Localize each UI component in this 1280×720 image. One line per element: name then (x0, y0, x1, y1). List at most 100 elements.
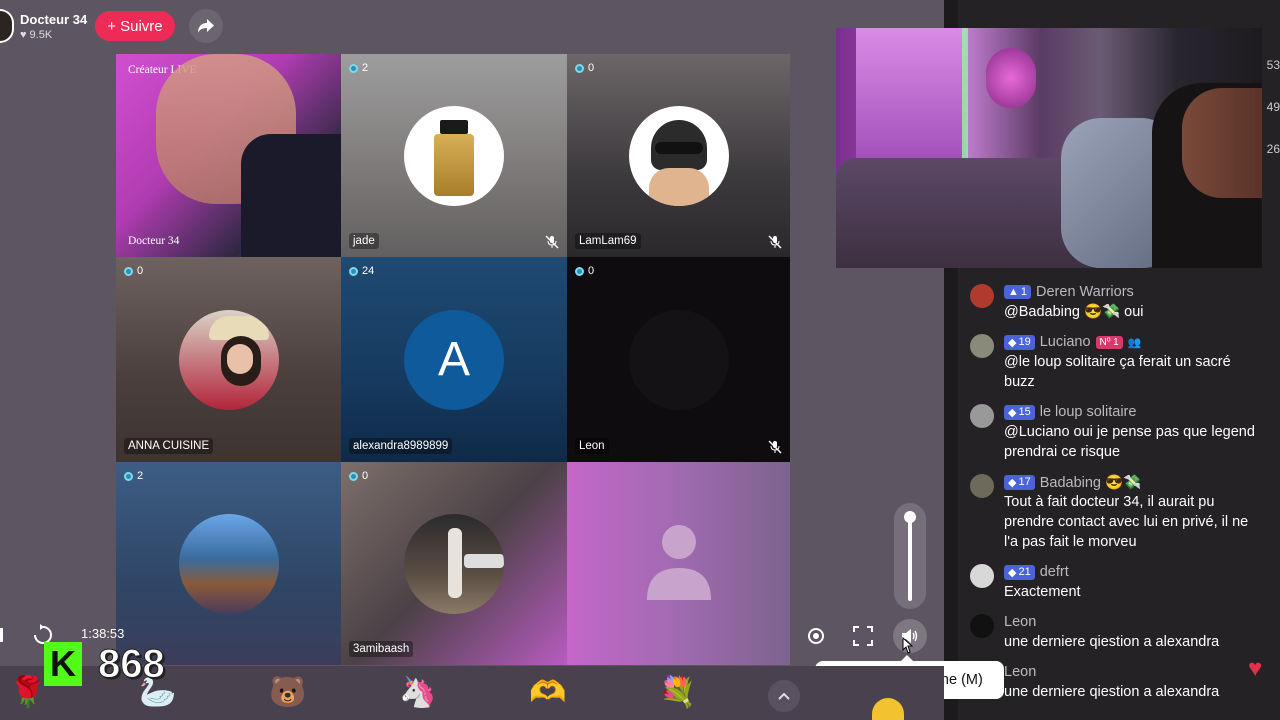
side-number: 49 (1266, 100, 1280, 114)
host-info: Docteur 34 ♥ 9.5K (20, 12, 87, 41)
guest-tile-jade[interactable]: 2 jade (341, 54, 567, 257)
chat-avatar[interactable] (970, 334, 994, 358)
heart-icon: ♥ (20, 28, 27, 41)
chat-message: Leon une derniere qiestion a alexandra (970, 612, 1260, 652)
guest-name: 3amibaash (349, 641, 414, 657)
coin-icon (575, 266, 584, 276)
guest-avatar (178, 513, 279, 614)
progress-marker (0, 628, 3, 642)
level-badge: ◆ 17 (1004, 474, 1035, 490)
kick-logo: K (44, 642, 82, 686)
host-likes: ♥ 9.5K (20, 29, 87, 41)
host-shirt (241, 134, 341, 257)
chat-message: ◆ 15 le loup solitaire @Luciano oui je pen… (970, 402, 1260, 462)
guest-tile-lamlam69[interactable]: 0 LamLam69 (567, 54, 790, 257)
share-icon (197, 19, 214, 33)
guest-avatar (178, 309, 279, 410)
guest-avatar-initial: A (404, 309, 504, 410)
fullscreen-button[interactable] (846, 619, 880, 653)
settings-button[interactable] (799, 619, 833, 653)
side-numbers: 53 49 26 (1260, 58, 1280, 184)
webcam-couch (836, 158, 1096, 268)
chat-text: une derniere qiestion a alexandra (1004, 634, 1220, 650)
guest-badge: 24 (349, 265, 374, 277)
coin-icon (349, 63, 358, 73)
guest-grid: Créateur LIVE Docteur 34 2 jade 0 LamLam… (116, 54, 790, 665)
rose-icon[interactable]: 🌹 (8, 672, 48, 712)
guest-tile-3amibaash[interactable]: 0 3amibaash (341, 462, 567, 665)
guest-count: 0 (137, 265, 144, 277)
guest-badge: 0 (124, 265, 143, 277)
share-button[interactable] (188, 9, 223, 43)
level-badge: ◆ 15 (1004, 404, 1035, 420)
chat-username[interactable]: le loup solitaire (1040, 404, 1137, 420)
heart-hands-icon[interactable]: 🫶 (528, 672, 568, 712)
chat-avatar[interactable] (970, 284, 994, 308)
chat-username[interactable]: Deren Warriors (1036, 284, 1134, 300)
volume-slider[interactable] (894, 503, 926, 609)
likes-count: 9.5K (29, 28, 53, 41)
guest-badge: 2 (349, 62, 368, 74)
guest-badge: 2 (124, 470, 143, 482)
guest-count: 2 (137, 470, 144, 482)
chat-username[interactable]: Leon (1004, 664, 1036, 680)
bear-icon[interactable]: 🐻 (268, 672, 308, 712)
mic-muted-icon (768, 440, 782, 454)
guest-name: LamLam69 (575, 233, 641, 249)
chat-username[interactable]: defrt (1040, 564, 1069, 580)
guest-tile-host[interactable]: Créateur LIVE Docteur 34 (116, 54, 341, 257)
guest-tile-anna-cuisine[interactable]: 0 ANNA CUISINE (116, 257, 341, 462)
level-badge: ◆ 21 (1004, 564, 1035, 580)
level-badge: ◆ 19 (1004, 334, 1035, 350)
guest-tile-alexandra[interactable]: 24 A alexandra8989899 (341, 257, 567, 462)
mic-muted-icon (768, 235, 782, 249)
guest-name: alexandra8989899 (349, 438, 453, 454)
mic-muted-icon (545, 235, 559, 249)
rank-badge: Nº 1 (1095, 335, 1123, 349)
guest-count: 0 (362, 470, 369, 482)
level-badge: ▲ 1 (1004, 285, 1032, 299)
person-placeholder-icon (647, 525, 711, 600)
group-icon: 👥 (1127, 336, 1142, 349)
guest-count: 0 (588, 62, 595, 74)
coin-icon (575, 63, 584, 73)
guest-name: ANNA CUISINE (124, 438, 214, 454)
bouquet-icon[interactable]: 💐 (658, 672, 698, 712)
guest-count: 0 (588, 265, 595, 277)
guest-tile-leon[interactable]: 0 Leon (567, 257, 790, 462)
guest-avatar (628, 105, 729, 206)
streamer-webcam (836, 28, 1262, 268)
chat-text: @Luciano oui je pense pas que legend pre… (1004, 424, 1255, 460)
guest-name: Docteur 34 (128, 235, 180, 247)
chat-text: @Badabing 😎💸 oui (1004, 304, 1144, 320)
host-header: Docteur 34 ♥ 9.5K + Suivre (0, 6, 223, 46)
webcam-window (856, 28, 966, 168)
guest-avatar (404, 513, 504, 614)
host-avatar[interactable] (0, 9, 14, 43)
chat-message: ◆ 21 defrt Exactement (970, 562, 1260, 602)
expand-gifts-button[interactable] (768, 680, 800, 712)
chat-username[interactable]: Luciano (1040, 334, 1091, 350)
neon-logo-icon (986, 48, 1036, 108)
coin-icon (124, 471, 133, 481)
chat-text: Exactement (1004, 584, 1081, 600)
volume-knob[interactable] (904, 511, 916, 523)
guest-name: jade (349, 233, 379, 249)
heart-icon[interactable]: ♥ (1248, 655, 1262, 683)
guest-badge: 0 (575, 62, 594, 74)
host-name[interactable]: Docteur 34 (20, 12, 87, 27)
guest-tile-empty[interactable] (567, 462, 790, 665)
fullscreen-icon (853, 626, 873, 646)
unicorn-icon[interactable]: 🦄 (398, 672, 438, 712)
chat-avatar[interactable] (970, 474, 994, 498)
coin-icon (124, 266, 133, 276)
guest-avatar (404, 105, 504, 206)
guest-tile-7[interactable]: 2 (116, 462, 341, 665)
chat-avatar[interactable] (970, 404, 994, 428)
viewer-count: 868 (98, 641, 166, 686)
chat-username[interactable]: Badabing 😎💸 (1040, 474, 1141, 491)
chat-username[interactable]: Leon (1004, 614, 1036, 630)
chat-avatar[interactable] (970, 614, 994, 638)
follow-button[interactable]: + Suivre (95, 11, 175, 41)
chat-avatar[interactable] (970, 564, 994, 588)
